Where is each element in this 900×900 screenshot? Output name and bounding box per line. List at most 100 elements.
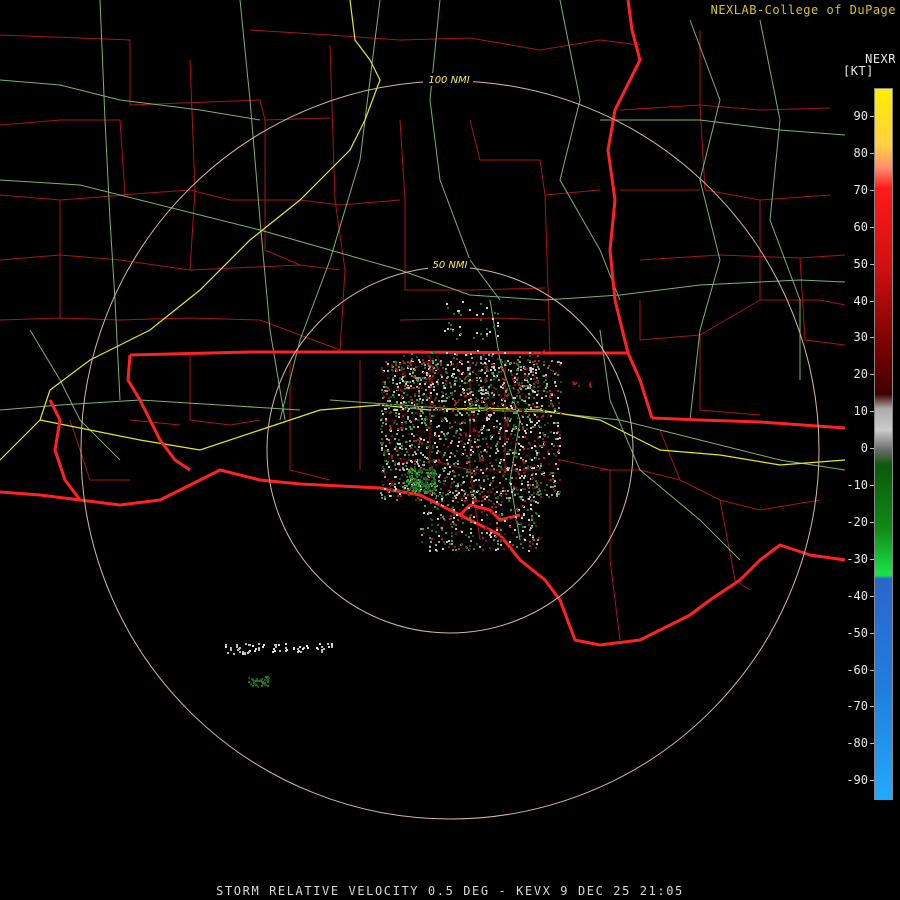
echo-pixel bbox=[467, 494, 469, 496]
echo-pixel bbox=[479, 493, 481, 495]
echo-pixel bbox=[416, 482, 418, 484]
echo-pixel bbox=[429, 422, 431, 424]
echo-pixel bbox=[478, 384, 480, 386]
echo-pixel bbox=[467, 369, 469, 371]
echo-pixel bbox=[252, 679, 254, 681]
echo-pixel bbox=[480, 333, 482, 335]
echo-pixel bbox=[391, 482, 393, 484]
echo-pixel bbox=[436, 381, 438, 383]
echo-pixel bbox=[543, 413, 545, 415]
echo-pixel bbox=[487, 391, 489, 393]
echo-pixel bbox=[501, 361, 503, 363]
echo-pixel bbox=[450, 386, 452, 388]
echo-pixel bbox=[557, 445, 559, 447]
echo-pixel bbox=[502, 490, 504, 492]
echo-pixel bbox=[402, 427, 404, 429]
echo-pixel bbox=[428, 484, 430, 486]
echo-pixel bbox=[555, 412, 557, 414]
echo-pixel bbox=[327, 643, 329, 645]
echo-pixel bbox=[552, 370, 554, 372]
echo-pixel bbox=[495, 486, 497, 488]
echo-pixel bbox=[414, 492, 416, 494]
echo-pixel bbox=[478, 390, 480, 392]
echo-pixel bbox=[414, 407, 416, 409]
echo-pixel bbox=[385, 361, 387, 363]
echo-pixel bbox=[472, 502, 474, 504]
echo-pixel bbox=[480, 380, 482, 382]
echo-pixel bbox=[483, 354, 485, 356]
echo-pixel bbox=[407, 492, 409, 494]
echo-pixel bbox=[411, 353, 413, 355]
echo-pixel bbox=[535, 480, 537, 482]
echo-pixel bbox=[462, 301, 464, 303]
echo-pixel bbox=[558, 493, 560, 495]
echo-pixel bbox=[440, 514, 442, 516]
echo-pixel bbox=[536, 363, 538, 365]
echo-pixel bbox=[470, 454, 472, 456]
colorbar-tick bbox=[870, 189, 874, 191]
echo-pixel bbox=[410, 368, 412, 370]
echo-pixel bbox=[490, 532, 492, 534]
echo-pixel bbox=[481, 427, 483, 429]
echo-pixel bbox=[493, 366, 495, 368]
echo-pixel bbox=[388, 439, 390, 441]
echo-pixel bbox=[535, 450, 537, 452]
echo-pixel bbox=[451, 508, 453, 510]
echo-pixel bbox=[572, 381, 574, 383]
echo-pixel bbox=[414, 472, 416, 474]
echo-pixel bbox=[452, 500, 454, 502]
echo-pixel bbox=[258, 643, 260, 645]
echo-pixel bbox=[518, 426, 520, 428]
echo-pixel bbox=[510, 362, 512, 364]
echo-pixel bbox=[456, 358, 458, 360]
echo-pixel bbox=[523, 400, 525, 402]
echo-pixel bbox=[501, 538, 503, 540]
echo-pixel bbox=[421, 406, 423, 408]
colorbar-tick bbox=[870, 743, 874, 745]
echo-pixel bbox=[534, 391, 536, 393]
echo-pixel bbox=[502, 369, 504, 371]
echo-pixel bbox=[474, 492, 476, 494]
echo-pixel bbox=[514, 464, 516, 466]
echo-pixel bbox=[508, 500, 510, 502]
echo-pixel bbox=[421, 472, 423, 474]
echo-pixel bbox=[432, 475, 434, 477]
echo-pixel bbox=[523, 472, 525, 474]
echo-pixel bbox=[441, 527, 443, 529]
echo-pixel bbox=[559, 445, 561, 447]
echo-pixel bbox=[485, 540, 487, 542]
echo-pixel bbox=[514, 373, 516, 375]
echo-pixel bbox=[540, 537, 542, 539]
echo-pixel bbox=[410, 490, 412, 492]
echo-pixel bbox=[267, 679, 269, 681]
echo-pixel bbox=[478, 500, 480, 502]
echo-pixel bbox=[425, 485, 427, 487]
echo-pixel bbox=[535, 525, 537, 527]
echo-pixel bbox=[486, 417, 488, 419]
echo-pixel bbox=[543, 375, 545, 377]
echo-pixel bbox=[519, 356, 521, 358]
echo-pixel bbox=[450, 452, 452, 454]
echo-pixel bbox=[515, 470, 517, 472]
echo-pixel bbox=[482, 544, 484, 546]
echo-pixel bbox=[402, 415, 404, 417]
echo-pixel bbox=[451, 532, 453, 534]
echo-pixel bbox=[458, 492, 460, 494]
echo-pixel bbox=[525, 388, 527, 390]
echo-pixel bbox=[384, 498, 386, 500]
echo-pixel bbox=[457, 463, 459, 465]
echo-pixel bbox=[516, 407, 518, 409]
echo-pixel bbox=[389, 442, 391, 444]
echo-pixel bbox=[554, 466, 556, 468]
echo-pixel bbox=[392, 404, 394, 406]
echo-pixel bbox=[382, 484, 384, 486]
echo-pixel bbox=[529, 360, 531, 362]
echo-pixel bbox=[436, 501, 438, 503]
echo-pixel bbox=[486, 335, 488, 337]
echo-pixel bbox=[460, 484, 462, 486]
echo-pixel bbox=[550, 403, 552, 405]
echo-pixel bbox=[408, 381, 410, 383]
echo-pixel bbox=[523, 477, 525, 479]
echo-pixel bbox=[542, 415, 544, 417]
echo-pixel bbox=[469, 422, 471, 424]
